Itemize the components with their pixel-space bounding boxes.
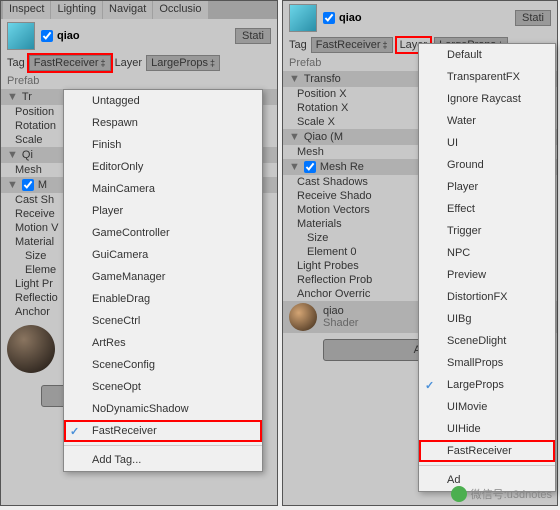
object-header: qiao Stati <box>283 1 557 35</box>
tab-bar: Inspect Lighting Navigat Occlusio <box>1 1 277 19</box>
tag-option-finish[interactable]: Finish <box>64 134 262 156</box>
add-tag-option[interactable]: Add Tag... <box>64 449 262 471</box>
check-icon: ✓ <box>425 379 434 392</box>
material-sphere-icon <box>289 303 317 331</box>
tag-option-editoronly[interactable]: EditorOnly <box>64 156 262 178</box>
tag-dropdown-menu: Untagged Respawn Finish EditorOnly MainC… <box>63 89 263 472</box>
tab-occlusion[interactable]: Occlusio <box>153 1 207 19</box>
object-header: qiao Stati <box>1 19 277 53</box>
watermark: 微信号:u3dnotes <box>451 486 552 502</box>
tag-label: Tag <box>289 39 307 51</box>
layer-option-npc[interactable]: NPC <box>419 242 555 264</box>
active-checkbox[interactable] <box>41 30 53 42</box>
tag-option-sceneopt[interactable]: SceneOpt <box>64 376 262 398</box>
tag-option-enabledrag[interactable]: EnableDrag <box>64 288 262 310</box>
layer-option-uihide[interactable]: UIHide <box>419 418 555 440</box>
menu-separator <box>64 445 262 446</box>
layer-option-trigger[interactable]: Trigger <box>419 220 555 242</box>
tab-lighting[interactable]: Lighting <box>51 1 102 19</box>
tag-option-maincamera[interactable]: MainCamera <box>64 178 262 200</box>
tag-label: Tag <box>7 57 25 69</box>
check-icon: ✓ <box>70 425 79 438</box>
layer-option-player[interactable]: Player <box>419 176 555 198</box>
gameobject-icon <box>289 4 317 32</box>
material-name: qiao <box>323 305 358 317</box>
static-dropdown[interactable]: Stati <box>515 10 551 26</box>
wechat-icon <box>451 486 467 502</box>
layer-option-largeprops[interactable]: ✓LargeProps <box>419 374 555 396</box>
layer-option-ground[interactable]: Ground <box>419 154 555 176</box>
layer-option-smallprops[interactable]: SmallProps <box>419 352 555 374</box>
tag-option-untagged[interactable]: Untagged <box>64 90 262 112</box>
tag-layer-row: Tag FastReceiver‡ Layer LargeProps‡ <box>1 53 277 73</box>
tag-option-player[interactable]: Player <box>64 200 262 222</box>
tag-option-sceneconfig[interactable]: SceneConfig <box>64 354 262 376</box>
layer-option-water[interactable]: Water <box>419 110 555 132</box>
layer-option-distortionfx[interactable]: DistortionFX <box>419 286 555 308</box>
tab-inspector[interactable]: Inspect <box>3 1 50 19</box>
tag-option-artres[interactable]: ArtRes <box>64 332 262 354</box>
meshrenderer-checkbox[interactable] <box>304 161 316 173</box>
layer-option-uibg[interactable]: UIBg <box>419 308 555 330</box>
tag-dropdown[interactable]: FastReceiver‡ <box>29 55 111 71</box>
layer-option-fastreceiver[interactable]: FastReceiver <box>419 440 555 462</box>
tag-option-gamemanager[interactable]: GameManager <box>64 266 262 288</box>
layer-option-uimovie[interactable]: UIMovie <box>419 396 555 418</box>
tag-option-guicamera[interactable]: GuiCamera <box>64 244 262 266</box>
layer-option-effect[interactable]: Effect <box>419 198 555 220</box>
shader-label: Shader <box>323 317 358 329</box>
meshrenderer-checkbox[interactable] <box>22 179 34 191</box>
tag-option-scenectrl[interactable]: SceneCtrl <box>64 310 262 332</box>
layer-option-ignoreraycast[interactable]: Ignore Raycast <box>419 88 555 110</box>
layer-label: Layer <box>115 57 143 69</box>
tag-option-gamecontroller[interactable]: GameController <box>64 222 262 244</box>
tag-option-respawn[interactable]: Respawn <box>64 112 262 134</box>
tag-option-nodynamicshadow[interactable]: NoDynamicShadow <box>64 398 262 420</box>
menu-separator <box>419 465 555 466</box>
prefab-row: Prefab <box>1 73 277 89</box>
layer-dropdown[interactable]: LargeProps‡ <box>146 55 220 71</box>
inspector-panel-left: Inspect Lighting Navigat Occlusio qiao S… <box>0 0 278 506</box>
material-sphere-icon <box>7 325 55 373</box>
gameobject-icon <box>7 22 35 50</box>
inspector-panel-right: qiao Stati Tag FastReceiver‡ Layer Large… <box>282 0 558 506</box>
layer-option-default[interactable]: Default <box>419 44 555 66</box>
layer-option-preview[interactable]: Preview <box>419 264 555 286</box>
static-dropdown[interactable]: Stati <box>235 28 271 44</box>
tag-dropdown[interactable]: FastReceiver‡ <box>311 37 393 53</box>
layer-dropdown-menu: Default TransparentFX Ignore Raycast Wat… <box>418 43 556 492</box>
tag-option-fastreceiver[interactable]: ✓FastReceiver <box>64 420 262 442</box>
layer-option-scenedlight[interactable]: SceneDlight <box>419 330 555 352</box>
object-name[interactable]: qiao <box>339 12 515 24</box>
active-checkbox[interactable] <box>323 12 335 24</box>
object-name[interactable]: qiao <box>57 30 235 42</box>
tab-navigation[interactable]: Navigat <box>103 1 152 19</box>
layer-option-ui[interactable]: UI <box>419 132 555 154</box>
layer-option-transparentfx[interactable]: TransparentFX <box>419 66 555 88</box>
